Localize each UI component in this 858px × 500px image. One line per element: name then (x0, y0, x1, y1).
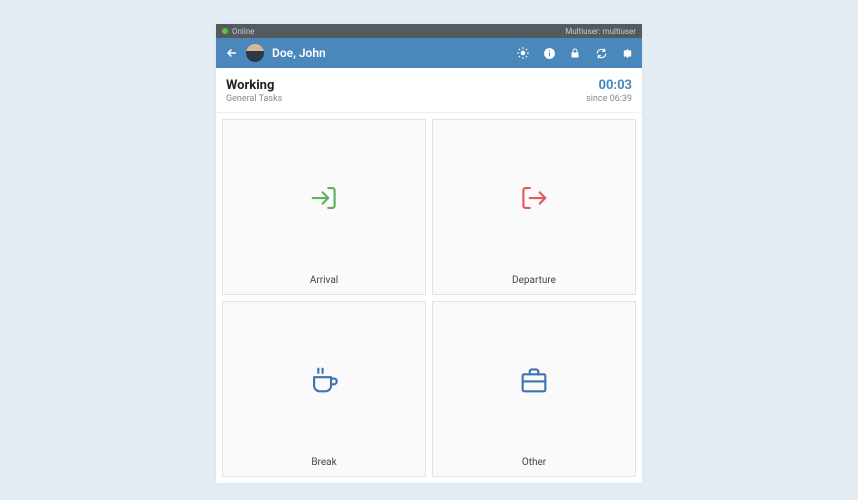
online-indicator-icon (222, 28, 228, 34)
status-timer: 00:03 (586, 78, 632, 93)
sun-icon (516, 46, 530, 60)
app-header: Doe, John (216, 38, 642, 68)
gear-icon (621, 47, 634, 60)
break-tile[interactable]: Break (222, 301, 426, 477)
status-subtitle: General Tasks (226, 94, 282, 104)
info-icon (543, 47, 556, 60)
departure-label: Departure (512, 275, 556, 294)
info-button[interactable] (542, 46, 556, 60)
arrival-tile[interactable]: Arrival (222, 119, 426, 295)
brightness-button[interactable] (516, 46, 530, 60)
refresh-button[interactable] (594, 46, 608, 60)
other-label: Other (522, 457, 546, 476)
user-name: Doe, John (272, 46, 516, 60)
break-label: Break (311, 457, 336, 476)
arrival-label: Arrival (310, 275, 338, 294)
multiuser-label: Multiuser: multiuser (565, 27, 636, 36)
briefcase-icon (517, 363, 551, 397)
online-status-text: Online (232, 27, 254, 36)
departure-icon (517, 181, 551, 215)
arrow-left-icon (225, 46, 239, 60)
arrival-icon (307, 181, 341, 215)
back-button[interactable] (224, 45, 240, 61)
status-title: Working (226, 78, 282, 93)
status-since: since 06:39 (586, 94, 632, 104)
settings-button[interactable] (620, 46, 634, 60)
status-strip: Working General Tasks 00:03 since 06:39 (216, 68, 642, 113)
system-topbar: Online Multiuser: multiuser (216, 24, 642, 38)
action-grid: Arrival Departure Break (216, 113, 642, 483)
departure-tile[interactable]: Departure (432, 119, 636, 295)
coffee-icon (307, 363, 341, 397)
app-window: Online Multiuser: multiuser Doe, John (216, 24, 642, 483)
avatar (246, 44, 264, 62)
refresh-icon (595, 47, 608, 60)
lock-button[interactable] (568, 46, 582, 60)
other-tile[interactable]: Other (432, 301, 636, 477)
lock-icon (569, 47, 581, 59)
